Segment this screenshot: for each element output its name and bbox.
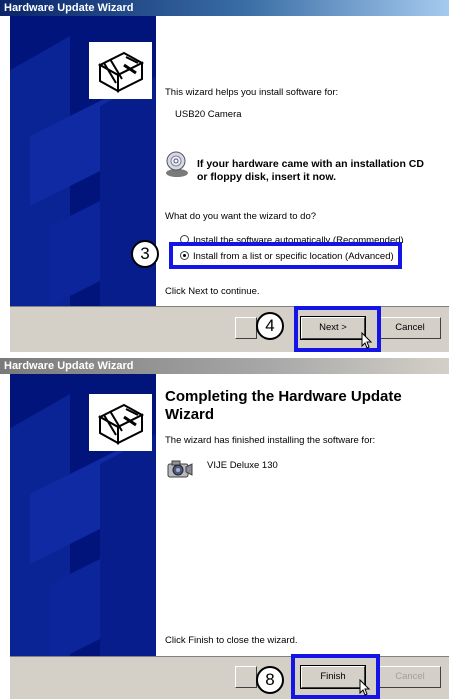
- window-title: Hardware Update Wizard: [0, 0, 449, 16]
- button-bar: Next > Cancel: [10, 306, 449, 352]
- cancel-button: Cancel: [379, 666, 441, 688]
- wizard-sidebar: [10, 374, 156, 656]
- cursor-icon: [361, 331, 373, 350]
- wizard-window-bottom: Hardware Update Wizard Completing the Ha…: [0, 358, 449, 699]
- cd-icon: [165, 150, 189, 178]
- intro-text: This wizard helps you install software f…: [165, 87, 339, 98]
- wizard-window-top: Hardware Update Wizard This wizard helps…: [0, 0, 449, 352]
- highlight-option-box: [169, 242, 402, 269]
- hardware-wizard-logo-icon: [89, 394, 152, 451]
- close-text: Click Finish to close the wizard.: [165, 635, 298, 646]
- window-title: Hardware Update Wizard: [0, 358, 449, 374]
- button-bar: Finish Cancel: [10, 656, 449, 699]
- cd-prompt-line1: If your hardware came with an installati…: [197, 158, 424, 170]
- completion-heading-line2: Wizard: [165, 406, 215, 423]
- finished-text: The wizard has finished installing the s…: [165, 435, 376, 446]
- cancel-button[interactable]: Cancel: [379, 317, 441, 339]
- step-8-marker: 8: [256, 666, 284, 694]
- step-3-marker: 3: [131, 240, 159, 268]
- back-button[interactable]: [235, 666, 257, 688]
- cd-prompt-line2: or floppy disk, insert it now.: [197, 171, 337, 183]
- completion-heading-line1: Completing the Hardware Update: [165, 388, 402, 405]
- camera-icon: [166, 458, 194, 480]
- back-button[interactable]: [235, 317, 257, 339]
- hardware-wizard-logo-icon: [89, 42, 152, 99]
- device-name: VIJE Deluxe 130: [207, 460, 278, 471]
- cursor-icon: [359, 678, 371, 697]
- device-name: USB20 Camera: [175, 109, 242, 120]
- question-text: What do you want the wizard to do?: [165, 211, 317, 222]
- step-4-marker: 4: [256, 312, 284, 340]
- continue-text: Click Next to continue.: [165, 286, 260, 297]
